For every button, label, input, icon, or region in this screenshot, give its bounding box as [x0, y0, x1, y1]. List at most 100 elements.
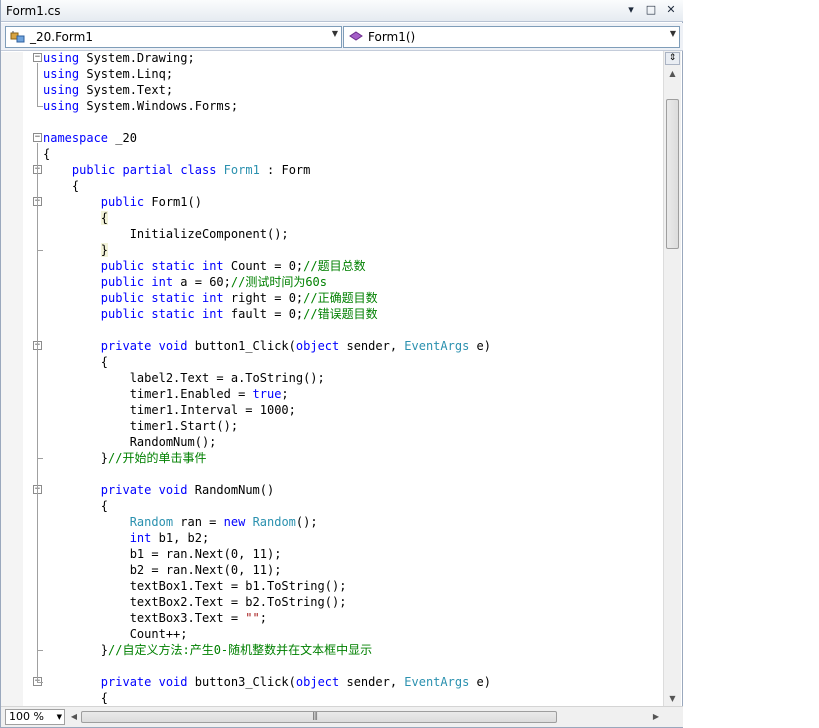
code-token: b1, b2; [151, 531, 210, 545]
code-line[interactable]: − private void button3_Click(object send… [29, 674, 663, 690]
code-line[interactable]: timer1.Enabled = true; [29, 386, 663, 402]
code-line-text: { [43, 178, 79, 194]
code-token: //测试时间为60s [230, 275, 327, 289]
window-position-dropdown-icon[interactable]: ▾ [625, 3, 637, 16]
class-dropdown[interactable]: _20.Form1 ▼ [5, 26, 342, 48]
vertical-scrollbar[interactable]: ⇕ ▲ ▼ [663, 51, 681, 706]
vertical-scroll-thumb[interactable] [666, 99, 679, 249]
code-token: true [252, 387, 282, 401]
code-line[interactable] [29, 658, 663, 674]
code-line[interactable]: RandomNum(); [29, 434, 663, 450]
maximize-icon[interactable]: □ [645, 3, 657, 16]
code-line[interactable]: using System.Text; [29, 82, 663, 98]
code-line[interactable]: b1 = ran.Next(0, 11); [29, 546, 663, 562]
code-line[interactable]: − public Form1() [29, 194, 663, 210]
zoom-value: 100 % [9, 710, 44, 723]
code-line[interactable]: textBox2.Text = b2.ToString(); [29, 594, 663, 610]
code-token: object [295, 339, 340, 353]
code-token: e) [469, 675, 491, 689]
code-line[interactable]: }//开始的单击事件 [29, 450, 663, 466]
change-tracking-bar [23, 52, 27, 706]
code-line-text: b2 = ran.Next(0, 11); [43, 562, 282, 578]
collapse-icon[interactable]: − [33, 53, 42, 62]
code-line-text: public static int right = 0;//正确题目数 [43, 290, 378, 306]
code-line[interactable]: − namespace _20 [29, 130, 663, 146]
code-token: textBox1.Text = b1.ToString(); [43, 579, 347, 593]
code-token: //错误题目数 [303, 307, 378, 321]
grip-icon: ||| [312, 711, 318, 720]
code-line[interactable]: { [29, 210, 663, 226]
horizontal-scrollbar[interactable]: ◀ ||| ▶ [67, 709, 663, 725]
split-handle-icon[interactable]: ⇕ [665, 52, 680, 65]
code-token: partial [122, 163, 174, 177]
code-line[interactable]: − private void RandomNum() [29, 482, 663, 498]
code-token: RandomNum(); [43, 435, 217, 449]
zoom-dropdown[interactable]: 100 % ▼ [5, 709, 65, 725]
code-line[interactable]: textBox1.Text = b1.ToString(); [29, 578, 663, 594]
code-token: System.Drawing; [79, 51, 195, 65]
code-line[interactable]: public static int Count = 0;//题目总数 [29, 258, 663, 274]
scroll-up-icon[interactable]: ▲ [664, 67, 681, 81]
code-token: b2 = ran.Next(0, 11); [43, 563, 282, 577]
code-line[interactable]: { [29, 146, 663, 162]
code-token: EventArgs [404, 675, 470, 689]
code-line[interactable]: InitializeComponent(); [29, 226, 663, 242]
code-line[interactable]: { [29, 354, 663, 370]
code-token: //正确题目数 [303, 291, 378, 305]
code-line[interactable]: b2 = ran.Next(0, 11); [29, 562, 663, 578]
scroll-left-icon[interactable]: ◀ [67, 709, 81, 725]
code-line[interactable]: label2.Text = a.ToString(); [29, 370, 663, 386]
close-icon[interactable]: ✕ [665, 3, 677, 16]
code-line-text: private void button1_Click(object sender… [43, 338, 491, 354]
code-line[interactable]: − private void button1_Click(object send… [29, 338, 663, 354]
code-line[interactable]: Random ran = new Random(); [29, 514, 663, 530]
code-token: using [43, 99, 80, 113]
code-token: System.Text; [79, 83, 174, 97]
selection-margin[interactable] [1, 52, 23, 706]
code-line[interactable]: int b1, b2; [29, 530, 663, 546]
editor-window: Form1.cs ▾ □ ✕ _20.Form1 ▼ Form1() ▼ − u… [0, 0, 683, 728]
code-line-text: public int a = 60;//测试时间为60s [43, 274, 327, 290]
code-token: public [100, 291, 145, 305]
scroll-down-icon[interactable]: ▼ [664, 692, 681, 706]
code-token: Count = 0; [223, 259, 304, 273]
code-line[interactable] [29, 466, 663, 482]
code-line-text: b1 = ran.Next(0, 11); [43, 546, 282, 562]
code-line-text: textBox2.Text = b2.ToString(); [43, 594, 347, 610]
code-line[interactable] [29, 114, 663, 130]
horizontal-scroll-thumb[interactable]: ||| [81, 711, 557, 723]
code-line-text: using System.Drawing; [43, 50, 195, 66]
code-token: ; [259, 611, 267, 625]
code-line[interactable]: using System.Windows.Forms; [29, 98, 663, 114]
outline-guide [37, 351, 38, 458]
class-dropdown-value: _20.Form1 [30, 30, 93, 44]
code-line[interactable]: − public partial class Form1 : Form [29, 162, 663, 178]
document-tab[interactable]: Form1.cs ▾ □ ✕ [1, 0, 683, 22]
member-dropdown[interactable]: Form1() ▼ [343, 26, 680, 48]
code-line[interactable]: } [29, 242, 663, 258]
code-line[interactable]: { [29, 178, 663, 194]
code-line[interactable]: { [29, 690, 663, 706]
code-editor[interactable]: − using System.Drawing; using System.Linq;… [29, 50, 663, 706]
code-line[interactable]: public static int fault = 0;//错误题目数 [29, 306, 663, 322]
code-line[interactable]: timer1.Start(); [29, 418, 663, 434]
scroll-right-icon[interactable]: ▶ [649, 709, 663, 725]
code-token: : Form [259, 163, 311, 177]
collapse-icon[interactable]: − [33, 133, 42, 142]
code-line[interactable]: { [29, 498, 663, 514]
code-line[interactable]: textBox3.Text = ""; [29, 610, 663, 626]
code-line[interactable]: Count++; [29, 626, 663, 642]
code-line[interactable]: }//自定义方法:产生0-随机整数并在文本框中显示 [29, 642, 663, 658]
chevron-down-icon: ▼ [331, 29, 338, 38]
code-line[interactable]: public int a = 60;//测试时间为60s [29, 274, 663, 290]
code-line[interactable]: timer1.Interval = 1000; [29, 402, 663, 418]
code-line[interactable]: public static int right = 0;//正确题目数 [29, 290, 663, 306]
code-line-text: }//开始的单击事件 [43, 450, 207, 466]
code-line[interactable]: using System.Linq; [29, 66, 663, 82]
code-line[interactable]: − using System.Drawing; [29, 50, 663, 66]
code-line[interactable] [29, 322, 663, 338]
